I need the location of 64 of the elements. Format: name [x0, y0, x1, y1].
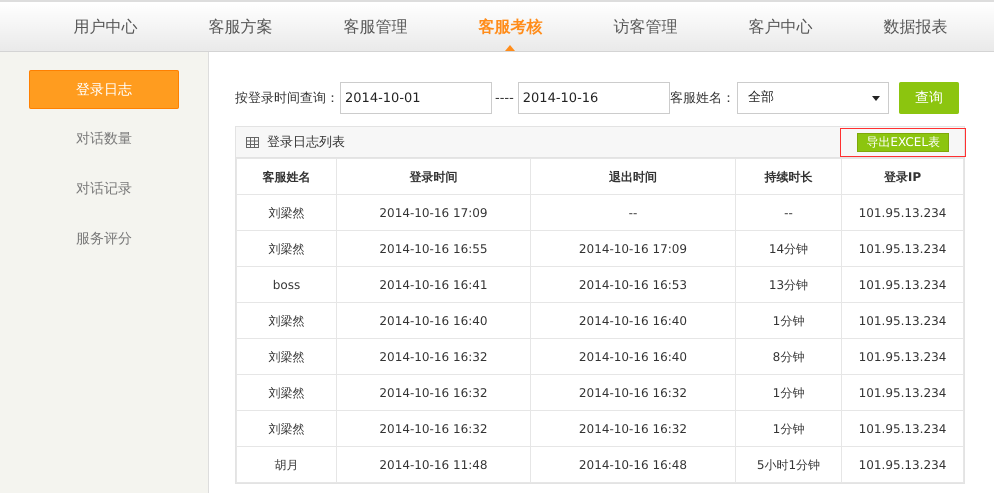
- table-title: 登录日志列表: [267, 134, 345, 151]
- table-cell: 刘梁然: [236, 338, 336, 374]
- nav-tab[interactable]: 客服方案: [173, 2, 308, 51]
- sidebar-item[interactable]: 对话数量: [29, 120, 179, 159]
- table-cell: 101.95.13.234: [842, 230, 964, 266]
- table-cell: 1分钟: [736, 374, 842, 410]
- sidebar-item[interactable]: 对话记录: [29, 170, 179, 209]
- table-cell: 刘梁然: [236, 374, 336, 410]
- table-cell: 2014-10-16 16:53: [530, 266, 736, 302]
- table-cell: 2014-10-16 17:09: [336, 194, 530, 230]
- nav-tab[interactable]: 客户中心: [713, 2, 848, 51]
- date-separator: ----: [495, 90, 514, 106]
- table-cell: 1分钟: [736, 302, 842, 338]
- column-header: 登录IP: [842, 158, 964, 194]
- pointer-icon: [505, 45, 515, 51]
- column-header: 客服姓名: [236, 158, 336, 194]
- sidebar-item[interactable]: 服务评分: [29, 220, 179, 259]
- table-cell: 2014-10-16 16:40: [530, 302, 736, 338]
- table-cell: 2014-10-16 16:55: [336, 230, 530, 266]
- table-cell: 2014-10-16 16:32: [336, 410, 530, 446]
- table-cell: 2014-10-16 16:40: [530, 338, 736, 374]
- table-cell: 2014-10-16 16:32: [530, 410, 736, 446]
- agent-label: 客服姓名：: [670, 90, 735, 107]
- table-cell: 刘梁然: [236, 194, 336, 230]
- nav-tab[interactable]: 用户中心: [38, 2, 173, 51]
- table-cell: 2014-10-16 16:41: [336, 266, 530, 302]
- table-cell: 5小时1分钟: [736, 446, 842, 482]
- table-cell: 14分钟: [736, 230, 842, 266]
- column-header: 持续时长: [736, 158, 842, 194]
- table-cell: 刘梁然: [236, 302, 336, 338]
- table-cell: 2014-10-16 17:09: [530, 230, 736, 266]
- table-cell: 2014-10-16 16:32: [530, 374, 736, 410]
- start-date-field[interactable]: 2014-10-01: [340, 82, 492, 114]
- table-cell: --: [736, 194, 842, 230]
- table-cell: 2014-10-16 16:32: [336, 374, 530, 410]
- table-cell: 101.95.13.234: [842, 446, 964, 482]
- table-cell: 刘梁然: [236, 230, 336, 266]
- agent-select[interactable]: 全部: [736, 82, 889, 114]
- table-cell: 胡月: [236, 446, 336, 482]
- table-cell: 8分钟: [736, 338, 842, 374]
- filter-label: 按登录时间查询：: [235, 90, 339, 107]
- end-date-field[interactable]: 2014-10-16: [518, 82, 670, 114]
- table-cell: 101.95.13.234: [842, 374, 964, 410]
- table-cell: 101.95.13.234: [842, 410, 964, 446]
- nav-tab[interactable]: 客服管理: [308, 2, 443, 51]
- column-header: 登录时间: [336, 158, 530, 194]
- table-cell: 2014-10-16 16:48: [530, 446, 736, 482]
- table-icon: [246, 136, 259, 148]
- caret-icon: [872, 96, 880, 101]
- column-header: 退出时间: [530, 158, 736, 194]
- table-cell: boss: [236, 266, 336, 302]
- nav-tab[interactable]: 访客管理: [578, 2, 713, 51]
- nav-tab[interactable]: 数据报表: [848, 2, 983, 51]
- table-cell: 2014-10-16 11:48: [336, 446, 530, 482]
- table-cell: 2014-10-16 16:40: [336, 302, 530, 338]
- table-cell: 101.95.13.234: [842, 302, 964, 338]
- table-cell: 101.95.13.234: [842, 338, 964, 374]
- table-cell: 1分钟: [736, 410, 842, 446]
- table-cell: 2014-10-16 16:32: [336, 338, 530, 374]
- table-cell: 刘梁然: [236, 410, 336, 446]
- table-cell: 101.95.13.234: [842, 194, 964, 230]
- table-cell: 101.95.13.234: [842, 266, 964, 302]
- table-cell: --: [530, 194, 736, 230]
- table-cell: 13分钟: [736, 266, 842, 302]
